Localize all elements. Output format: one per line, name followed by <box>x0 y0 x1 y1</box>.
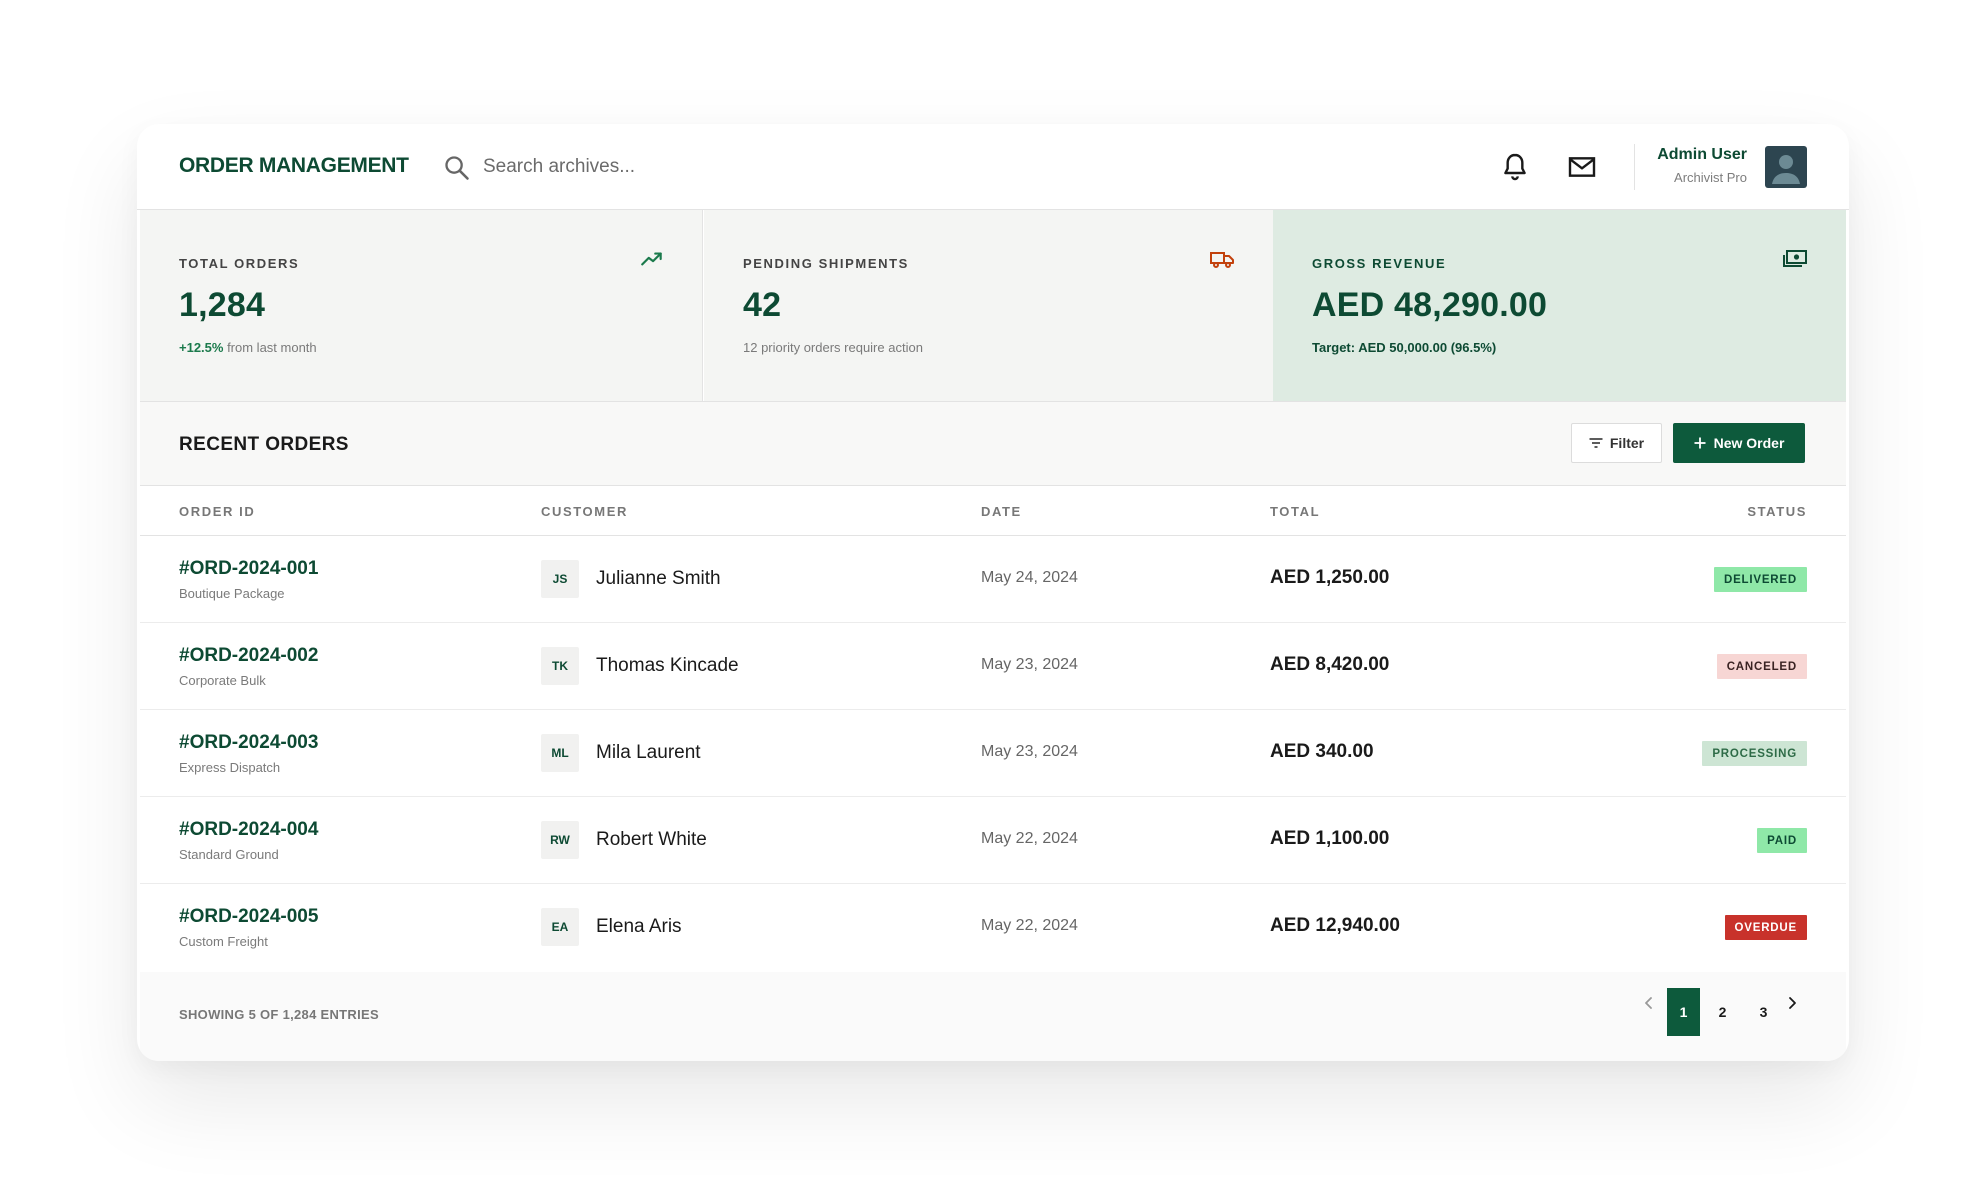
customer-name: Julianne Smith <box>596 568 721 589</box>
order-date: May 23, 2024 <box>981 743 1078 760</box>
filter-label: Filter <box>1609 435 1645 451</box>
table-row[interactable]: #ORD-2024-005 Custom Freight EA Elena Ar… <box>140 884 1846 971</box>
recent-orders-header: RECENT ORDERS Filter New Order <box>140 402 1846 486</box>
status-badge: DELIVERED <box>1713 567 1807 592</box>
user-name: Admin User <box>1657 146 1747 163</box>
top-header: ORDER MANAGEMENT Admin User Archivist Pr… <box>137 124 1849 210</box>
stat-card-pending-shipments: PENDING SHIPMENTS 42 12 priority orders … <box>704 210 1273 401</box>
status-badge: OVERDUE <box>1724 915 1807 940</box>
column-header-customer[interactable]: CUSTOMER <box>541 504 628 519</box>
table-row[interactable]: #ORD-2024-002 Corporate Bulk TK Thomas K… <box>140 623 1846 710</box>
order-total: AED 12,940.00 <box>1270 915 1400 936</box>
stat-value: AED 48,290.00 <box>1312 286 1548 324</box>
truck-icon <box>1210 252 1234 268</box>
order-id[interactable]: #ORD-2024-005 <box>179 906 318 928</box>
new-order-label: New Order <box>1713 435 1785 451</box>
table-row[interactable]: #ORD-2024-001 Boutique Package JS Julian… <box>140 536 1846 623</box>
previous-page-button[interactable] <box>1638 992 1660 1014</box>
stat-card-total-orders: TOTAL ORDERS 1,284 +12.5% from last mont… <box>140 210 703 401</box>
user-role: Archivist Pro <box>1674 170 1747 185</box>
new-order-button[interactable]: New Order <box>1673 423 1805 463</box>
table-row[interactable]: #ORD-2024-004 Standard Ground RW Robert … <box>140 797 1846 884</box>
order-type: Standard Ground <box>179 847 279 862</box>
customer-name: Thomas Kincade <box>596 655 739 676</box>
order-id[interactable]: #ORD-2024-003 <box>179 732 318 754</box>
order-total: AED 340.00 <box>1270 741 1374 762</box>
table-footer: SHOWING 5 OF 1,284 ENTRIES 1 2 3 <box>140 972 1846 1061</box>
column-header-status[interactable]: STATUS <box>1747 504 1807 519</box>
cash-icon <box>1783 250 1807 267</box>
growth-percent: +12.5% <box>179 340 224 355</box>
customer-name: Robert White <box>596 829 707 850</box>
order-type: Corporate Bulk <box>179 673 266 688</box>
order-type: Express Dispatch <box>179 760 281 775</box>
column-header-total[interactable]: TOTAL <box>1270 504 1320 519</box>
page-button-1[interactable]: 1 <box>1667 988 1700 1036</box>
stats-panel: TOTAL ORDERS 1,284 +12.5% from last mont… <box>140 210 1846 402</box>
customer-initials: TK <box>541 647 579 685</box>
trending-up-icon <box>641 252 662 266</box>
search-icon <box>445 156 469 180</box>
order-total: AED 1,250.00 <box>1270 567 1390 588</box>
order-total: AED 1,100.00 <box>1270 828 1390 849</box>
stat-card-gross-revenue: GROSS REVENUE AED 48,290.00 Target: AED … <box>1273 210 1846 401</box>
stat-subtext: Target: AED 50,000.00 (96.5%) <box>1312 340 1497 355</box>
order-date: May 22, 2024 <box>981 830 1078 847</box>
orders-table: ORDER ID CUSTOMER DATE TOTAL STATUS #ORD… <box>140 486 1846 971</box>
order-id[interactable]: #ORD-2024-001 <box>179 558 318 580</box>
column-header-order-id[interactable]: ORDER ID <box>179 504 255 519</box>
order-date: May 24, 2024 <box>981 569 1078 586</box>
header-divider <box>1634 144 1635 190</box>
order-date: May 23, 2024 <box>981 656 1078 673</box>
order-type: Boutique Package <box>179 586 285 601</box>
table-row[interactable]: #ORD-2024-003 Express Dispatch ML Mila L… <box>140 710 1846 797</box>
section-title: RECENT ORDERS <box>179 434 349 455</box>
order-type: Custom Freight <box>179 934 268 949</box>
order-total: AED 8,420.00 <box>1270 654 1390 675</box>
customer-initials: JS <box>541 560 579 598</box>
chevron-left-icon <box>1645 997 1652 1009</box>
order-dashboard-card: ORDER MANAGEMENT Admin User Archivist Pr… <box>137 124 1849 1061</box>
search-bar <box>443 152 843 182</box>
customer-name: Elena Aris <box>596 916 682 937</box>
order-id[interactable]: #ORD-2024-004 <box>179 819 318 841</box>
customer-initials: ML <box>541 734 579 772</box>
status-badge: CANCELED <box>1716 654 1807 679</box>
stat-label: TOTAL ORDERS <box>179 256 300 271</box>
search-input[interactable] <box>483 152 823 182</box>
mail-icon[interactable] <box>1566 151 1598 183</box>
avatar[interactable] <box>1765 146 1807 188</box>
table-header: ORDER ID CUSTOMER DATE TOTAL STATUS <box>140 486 1846 536</box>
order-date: May 22, 2024 <box>981 917 1078 934</box>
stat-value: 42 <box>743 286 782 324</box>
status-badge: PAID <box>1757 828 1807 853</box>
filter-button[interactable]: Filter <box>1571 423 1662 463</box>
growth-caption: from last month <box>223 340 317 355</box>
customer-initials: RW <box>541 821 579 859</box>
app-logo[interactable]: ORDER MANAGEMENT <box>179 154 409 178</box>
stat-subtext: +12.5% from last month <box>179 340 317 355</box>
customer-initials: EA <box>541 908 579 946</box>
filter-icon <box>1589 438 1603 448</box>
chevron-right-icon <box>1789 997 1796 1009</box>
next-page-button[interactable] <box>1781 992 1803 1014</box>
plus-icon <box>1694 437 1706 449</box>
stat-label: PENDING SHIPMENTS <box>743 256 909 271</box>
order-id[interactable]: #ORD-2024-002 <box>179 645 318 667</box>
stat-label: GROSS REVENUE <box>1312 256 1447 271</box>
customer-name: Mila Laurent <box>596 742 701 763</box>
bell-icon[interactable] <box>1499 151 1531 183</box>
page-button-3[interactable]: 3 <box>1747 988 1780 1036</box>
status-badge: PROCESSING <box>1702 741 1807 766</box>
entries-count: SHOWING 5 OF 1,284 ENTRIES <box>179 1007 379 1022</box>
stat-value: 1,284 <box>179 286 266 324</box>
user-silhouette-icon <box>1772 155 1800 184</box>
page-button-2[interactable]: 2 <box>1706 988 1739 1036</box>
stat-subtext: 12 priority orders require action <box>743 340 923 355</box>
column-header-date[interactable]: DATE <box>981 504 1022 519</box>
